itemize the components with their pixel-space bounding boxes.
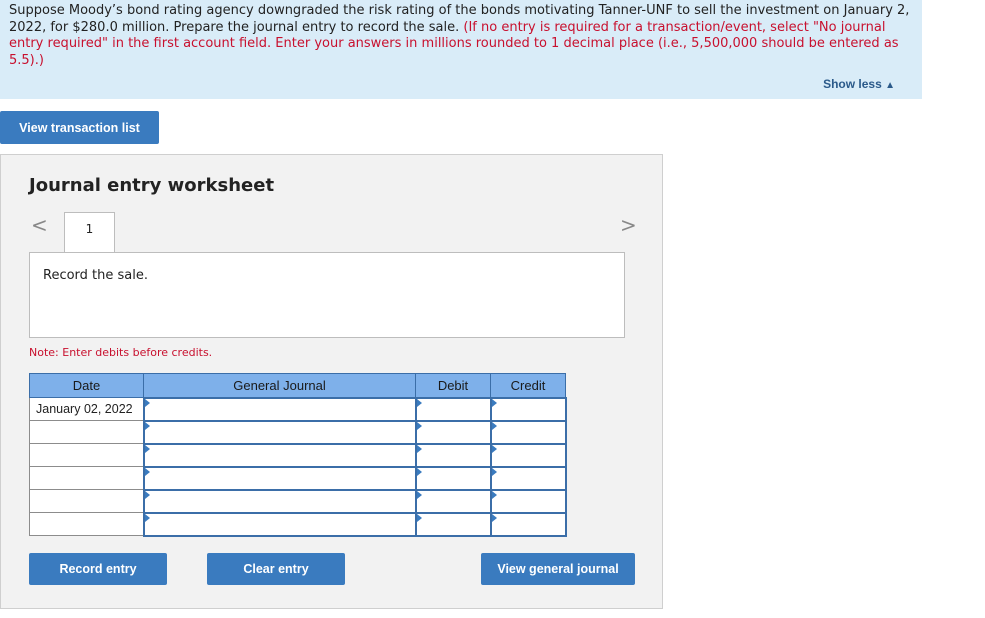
debit-credit-note: Note: Enter debits before credits. — [29, 346, 213, 359]
description-text: Record the sale. — [43, 268, 148, 283]
credit-cell[interactable] — [489, 419, 567, 445]
account-input[interactable] — [144, 421, 415, 443]
account-input[interactable] — [144, 513, 415, 535]
account-input[interactable] — [144, 490, 415, 512]
credit-input[interactable] — [491, 398, 565, 420]
account-input[interactable] — [144, 444, 415, 466]
dropdown-marker-icon — [144, 467, 150, 476]
table-row — [29, 465, 567, 491]
table-row — [29, 511, 567, 537]
dropdown-marker-icon — [491, 467, 497, 476]
show-less-link[interactable]: Show less ▲ — [823, 76, 895, 95]
debit-input[interactable] — [416, 490, 490, 512]
dropdown-marker-icon — [416, 421, 422, 430]
debit-cell[interactable] — [414, 488, 492, 514]
date-cell — [29, 420, 144, 444]
table-row — [29, 419, 567, 445]
account-input[interactable] — [144, 398, 415, 420]
record-entry-button[interactable]: Record entry — [29, 553, 167, 585]
credit-input[interactable] — [491, 513, 565, 535]
account-input[interactable] — [144, 467, 415, 489]
credit-input[interactable] — [491, 490, 565, 512]
clear-entry-button[interactable]: Clear entry — [207, 553, 345, 585]
account-cell[interactable] — [142, 419, 417, 445]
date-cell — [29, 489, 144, 513]
dropdown-marker-icon — [144, 398, 150, 407]
column-header-general-journal: General Journal — [143, 373, 416, 398]
dropdown-marker-icon — [491, 421, 497, 430]
date-cell: January 02, 2022 — [29, 397, 144, 421]
date-cell — [29, 512, 144, 536]
table-row — [29, 442, 567, 468]
journal-table: Date General Journal Debit Credit Januar… — [29, 373, 567, 537]
debit-input[interactable] — [416, 444, 490, 466]
dropdown-marker-icon — [144, 421, 150, 430]
next-arrow-icon[interactable]: > — [620, 213, 637, 237]
table-row — [29, 488, 567, 514]
table-row: January 02, 2022 — [29, 396, 567, 422]
dropdown-marker-icon — [144, 513, 150, 522]
debit-input[interactable] — [416, 513, 490, 535]
account-cell[interactable] — [142, 488, 417, 514]
dropdown-marker-icon — [491, 490, 497, 499]
dropdown-marker-icon — [144, 444, 150, 453]
column-header-credit: Credit — [490, 373, 566, 398]
view-general-journal-button[interactable]: View general journal — [481, 553, 635, 585]
worksheet-title: Journal entry worksheet — [29, 175, 275, 196]
debit-cell[interactable] — [414, 419, 492, 445]
dropdown-marker-icon — [416, 513, 422, 522]
debit-cell[interactable] — [414, 511, 492, 537]
account-cell[interactable] — [142, 396, 417, 422]
credit-input[interactable] — [491, 467, 565, 489]
credit-cell[interactable] — [489, 465, 567, 491]
credit-cell[interactable] — [489, 442, 567, 468]
account-cell[interactable] — [142, 465, 417, 491]
transaction-description: Record the sale. — [29, 252, 625, 338]
dropdown-marker-icon — [491, 513, 497, 522]
credit-cell[interactable] — [489, 488, 567, 514]
debit-input[interactable] — [416, 398, 490, 420]
triangle-up-icon: ▲ — [885, 80, 895, 91]
column-header-debit: Debit — [415, 373, 491, 398]
credit-cell[interactable] — [489, 511, 567, 537]
table-header-row: Date General Journal Debit Credit — [29, 373, 566, 398]
credit-input[interactable] — [491, 421, 565, 443]
journal-entry-worksheet: Journal entry worksheet < 1 > Record the… — [0, 154, 663, 609]
debit-input[interactable] — [416, 467, 490, 489]
previous-arrow-icon[interactable]: < — [31, 213, 48, 237]
tab-1[interactable]: 1 — [64, 212, 115, 253]
question-prompt: Suppose Moody’s bond rating agency downg… — [0, 0, 922, 99]
dropdown-marker-icon — [416, 444, 422, 453]
column-header-date: Date — [29, 373, 144, 398]
account-cell[interactable] — [142, 442, 417, 468]
show-less-label: Show less — [823, 77, 882, 91]
credit-cell[interactable] — [489, 396, 567, 422]
dropdown-marker-icon — [416, 490, 422, 499]
dropdown-marker-icon — [416, 467, 422, 476]
debit-cell[interactable] — [414, 465, 492, 491]
dropdown-marker-icon — [416, 398, 422, 407]
dropdown-marker-icon — [144, 490, 150, 499]
dropdown-marker-icon — [491, 444, 497, 453]
view-transaction-list-button[interactable]: View transaction list — [0, 111, 159, 144]
debit-cell[interactable] — [414, 442, 492, 468]
debit-input[interactable] — [416, 421, 490, 443]
debit-cell[interactable] — [414, 396, 492, 422]
dropdown-marker-icon — [491, 398, 497, 407]
credit-input[interactable] — [491, 444, 565, 466]
date-cell — [29, 443, 144, 467]
account-cell[interactable] — [142, 511, 417, 537]
date-cell — [29, 466, 144, 490]
